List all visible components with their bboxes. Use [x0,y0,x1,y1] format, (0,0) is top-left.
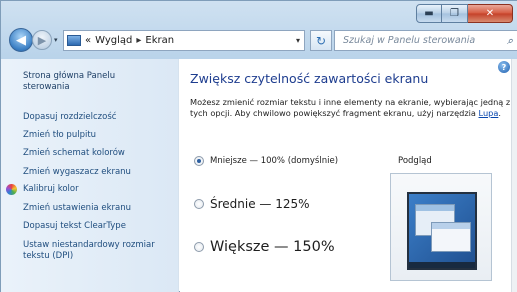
radio-medium[interactable] [194,199,204,209]
address-bar[interactable]: « Wygląd ▸ Ekran ▾ [63,30,305,51]
preview-pane [390,173,492,281]
description-text: Możesz zmienić rozmiar tekstu i inne ele… [190,97,511,118]
size-option-smaller[interactable]: Mniejsze — 100% (domyślnie) [194,156,338,166]
refresh-button[interactable]: ↻ [310,30,332,51]
refresh-icon: ↻ [315,33,327,48]
sidebar-item-resolution[interactable]: Dopasuj rozdzielczość [23,112,116,123]
search-input[interactable]: Szukaj w Panelu sterowania ⌕ [334,30,517,51]
description-period: . [498,107,501,118]
preview-window-front [431,222,471,252]
control-panel-window: ▬ ❐ ✕ ◀ ▶ ▾ « Wygląd ▸ Ekran ▾ ↻ Szukaj … [0,0,517,292]
back-arrow-icon: ◀ [16,32,26,48]
forward-button[interactable]: ▶ [32,30,52,50]
navigation-bar: ◀ ▶ ▾ « Wygląd ▸ Ekran ▾ ↻ Szukaj w Pane… [1,27,517,55]
forward-arrow-icon: ▶ [37,33,47,47]
search-icon[interactable]: ⌕ [507,34,513,48]
back-button[interactable]: ◀ [9,28,33,52]
sidebar-item-display-settings[interactable]: Zmień ustawienia ekranu [23,203,131,214]
minimize-button[interactable]: ▬ [416,4,442,23]
preview-taskbar [409,262,475,268]
radio-larger[interactable] [194,242,204,252]
sidebar-item-custom-dpi[interactable]: Ustaw niestandardowy rozmiar tekstu (DPI… [23,240,173,262]
page-description: Możesz zmienić rozmiar tekstu i inne ele… [190,97,512,118]
recent-pages-dropdown[interactable]: ▾ [54,36,58,44]
sidebar-item-color-scheme[interactable]: Zmień schemat kolorów [23,148,125,159]
help-icon[interactable]: ? [498,61,510,73]
size-option-medium[interactable]: Średnie — 125% [194,197,310,211]
magnifier-link[interactable]: Lupa [479,108,499,118]
sidebar-item-calibrate-color[interactable]: Kalibruj kolor [23,184,79,195]
color-calibration-icon [6,184,17,195]
sidebar-item-background[interactable]: Zmień tło pulpitu [23,130,96,141]
size-option-larger[interactable]: Większe — 150% [194,239,335,255]
control-panel-icon [67,35,81,46]
breadcrumb-ekran[interactable]: Ekran [145,35,174,46]
preview-label: Podgląd [398,156,432,166]
sidebar-item-screensaver[interactable]: Zmień wygaszacz ekranu [23,167,131,178]
close-button[interactable]: ✕ [468,4,513,23]
monitor-preview-image [407,192,477,270]
maximize-button[interactable]: ❐ [442,4,468,23]
size-option-label: Mniejsze — 100% (domyślnie) [210,156,339,166]
size-option-label: Większe — 150% [210,239,335,255]
search-placeholder: Szukaj w Panelu sterowania [343,35,476,46]
radio-smaller[interactable] [194,156,204,166]
breadcrumb-wyglad[interactable]: Wygląd [95,35,132,46]
sidebar: Strona główna Panelu sterowania Dopasuj … [1,59,179,292]
caption-buttons: ▬ ❐ ✕ [416,4,513,23]
main-content: ? Zwiększ czytelność zawartości ekranu M… [180,59,517,292]
breadcrumb-separator-icon[interactable]: ▸ [136,35,141,46]
page-title: Zwiększ czytelność zawartości ekranu [190,71,429,86]
size-option-label: Średnie — 125% [210,197,310,211]
sidebar-item-home[interactable]: Strona główna Panelu sterowania [23,71,143,93]
address-overflow-chevron[interactable]: « [85,35,91,46]
sidebar-item-cleartype[interactable]: Dopasuj tekst ClearType [23,221,126,232]
address-dropdown-icon[interactable]: ▾ [296,36,300,45]
vertical-scrollbar[interactable] [511,59,517,292]
